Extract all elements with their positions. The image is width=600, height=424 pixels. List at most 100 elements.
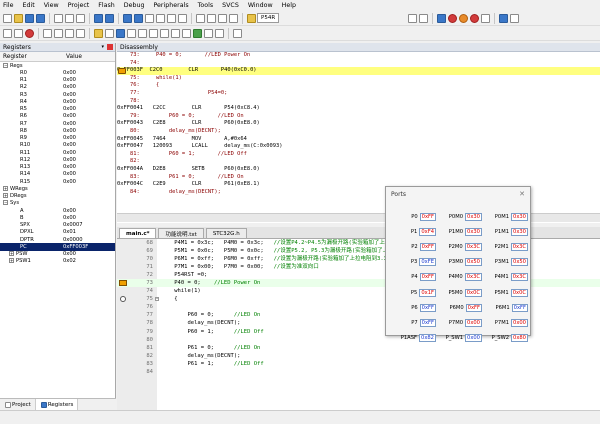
save-icon[interactable]	[25, 13, 34, 23]
collapse-icon[interactable]: −	[3, 62, 8, 68]
code-line[interactable]: 83 P61 = 1; //LED Off	[117, 360, 600, 368]
expand-icon[interactable]: +	[3, 193, 8, 199]
register-row[interactable]: R11 0x00	[0, 149, 115, 156]
asm-line[interactable]: 0xFF0045 7464 MOV A,#0x64	[117, 136, 600, 144]
register-row[interactable]: R8 0x00	[0, 127, 115, 134]
close-icon[interactable]	[107, 44, 113, 50]
redo-icon[interactable]	[105, 13, 114, 23]
port-value-input[interactable]: 0x82	[419, 334, 436, 343]
indent-icon[interactable]	[196, 13, 205, 23]
tab-stc32g-h[interactable]: STC32G.h	[205, 228, 247, 238]
source-line[interactable]: 83: P61 = 0; //LED On	[117, 174, 600, 182]
fold-icon[interactable]: −	[155, 297, 159, 302]
system-viewer-icon[interactable]	[215, 28, 224, 38]
watch-window-icon[interactable]	[160, 28, 169, 38]
port-value-input[interactable]: 0x0C	[510, 288, 528, 297]
register-row[interactable]: DPTR 0x0000	[0, 236, 115, 243]
port-value-input[interactable]: 0x1F	[419, 288, 436, 297]
register-row[interactable]: R9 0x00	[0, 135, 115, 142]
register-group[interactable]: + DRegs	[0, 193, 115, 200]
register-row[interactable]: R4 0x00	[0, 98, 115, 105]
port-value-input[interactable]: 0xF4	[419, 227, 436, 236]
tab-main-c[interactable]: main.c*	[119, 228, 157, 238]
port-value-input[interactable]: 0x30	[511, 212, 528, 221]
stop-icon[interactable]	[25, 28, 34, 38]
code-line[interactable]: 84	[117, 368, 600, 376]
target-select[interactable]: P54R	[257, 13, 280, 23]
command-window-icon[interactable]	[105, 28, 114, 38]
save-all-icon[interactable]	[36, 13, 45, 23]
bookmark-next-icon[interactable]	[167, 13, 176, 23]
collapse-icon[interactable]: −	[3, 200, 8, 206]
port-value-input[interactable]: 0x3C	[510, 242, 528, 251]
port-value-input[interactable]: 0xFF	[419, 318, 436, 327]
step-into-icon[interactable]	[43, 28, 52, 38]
port-value-input[interactable]: 0x3C	[464, 242, 482, 251]
register-row[interactable]: R5 0x00	[0, 106, 115, 113]
serial-window-icon[interactable]	[182, 28, 191, 38]
asm-line[interactable]: 0xFF003F C2C0 CLR P40(0xC0.0)	[117, 67, 600, 75]
open-folder-icon[interactable]	[14, 13, 23, 23]
source-line[interactable]: 80: delay_ms(DECNT);	[117, 128, 600, 136]
port-value-input[interactable]: 0x30	[465, 227, 482, 236]
toolbox-icon[interactable]	[233, 28, 242, 38]
register-row[interactable]: A 0x00	[0, 207, 115, 214]
step-out-icon[interactable]	[65, 28, 74, 38]
breakpoint-kill-icon[interactable]	[470, 13, 479, 23]
register-row[interactable]: + PSW 0x00	[0, 251, 115, 258]
memory-window-icon[interactable]	[171, 28, 180, 38]
show-next-statement-icon[interactable]	[94, 28, 103, 38]
register-row[interactable]: R1 0x00	[0, 77, 115, 84]
menu-item-edit[interactable]: Edit	[23, 2, 35, 9]
port-value-input[interactable]: 0xFF	[511, 303, 528, 312]
port-value-input[interactable]: 0x50	[465, 258, 482, 267]
port-value-input[interactable]: 0xFF	[419, 273, 436, 282]
tab-readme-txt[interactable]: 功能说明.txt	[158, 228, 204, 238]
register-row[interactable]: R14 0x00	[0, 171, 115, 178]
port-value-input[interactable]: 0x30	[465, 212, 482, 221]
run-icon[interactable]	[14, 28, 23, 38]
trace-window-icon[interactable]	[204, 28, 213, 38]
port-value-input[interactable]: 0x3C	[510, 273, 528, 282]
symbols-window-icon[interactable]	[127, 28, 136, 38]
disassembly-window-icon[interactable]	[116, 28, 125, 38]
window-layout-icon[interactable]	[499, 13, 508, 23]
menu-item-svcs[interactable]: SVCS	[222, 2, 239, 9]
expand-icon[interactable]: +	[9, 258, 14, 264]
register-row[interactable]: B 0x00	[0, 214, 115, 221]
undo-icon[interactable]	[94, 13, 103, 23]
expand-icon[interactable]: +	[3, 185, 8, 191]
menu-item-project[interactable]: Project	[68, 2, 90, 9]
register-row[interactable]: R0 0x00	[0, 69, 115, 76]
port-value-input[interactable]: 0x00	[465, 334, 482, 343]
menu-item-view[interactable]: View	[44, 2, 59, 9]
bookmark-clear-icon[interactable]	[178, 13, 187, 23]
menu-item-debug[interactable]: Debug	[124, 2, 145, 9]
nav-back-icon[interactable]	[123, 13, 132, 23]
source-line[interactable]: 73: P40 = 0; //LED Power On	[117, 52, 600, 60]
breakpoint-insert-icon[interactable]	[448, 13, 457, 23]
find-icon[interactable]	[408, 13, 417, 23]
paste-icon[interactable]	[76, 13, 85, 23]
find-in-files-icon[interactable]	[247, 13, 256, 23]
register-group[interactable]: − Sys	[0, 200, 115, 207]
register-group[interactable]: + WRegs	[0, 185, 115, 192]
port-value-input[interactable]: 0x0C	[464, 288, 482, 297]
port-value-input[interactable]: 0xFF	[419, 242, 436, 251]
code-line[interactable]: 82 delay_ms(DECNT);	[117, 352, 600, 360]
tab-registers[interactable]: Registers	[35, 399, 79, 410]
asm-line[interactable]: 0xFF0047 120093 LCALL delay_ms(C:0x0093)	[117, 143, 600, 151]
port-value-input[interactable]: 0xFF	[419, 212, 436, 221]
source-line[interactable]: 76: {	[117, 82, 600, 90]
source-line[interactable]: 78:	[117, 98, 600, 106]
register-row[interactable]: R10 0x00	[0, 142, 115, 149]
breakpoint-disable-icon[interactable]	[459, 13, 468, 23]
menu-item-help[interactable]: Help	[282, 2, 296, 9]
register-row[interactable]: + PSW1 0x02	[0, 258, 115, 265]
reset-cpu-icon[interactable]	[3, 28, 12, 38]
new-file-icon[interactable]	[3, 13, 12, 23]
comment-icon[interactable]	[218, 13, 227, 23]
menu-item-file[interactable]: File	[3, 2, 14, 9]
run-to-cursor-icon[interactable]	[76, 28, 85, 38]
port-value-input[interactable]: 0x50	[511, 258, 528, 267]
